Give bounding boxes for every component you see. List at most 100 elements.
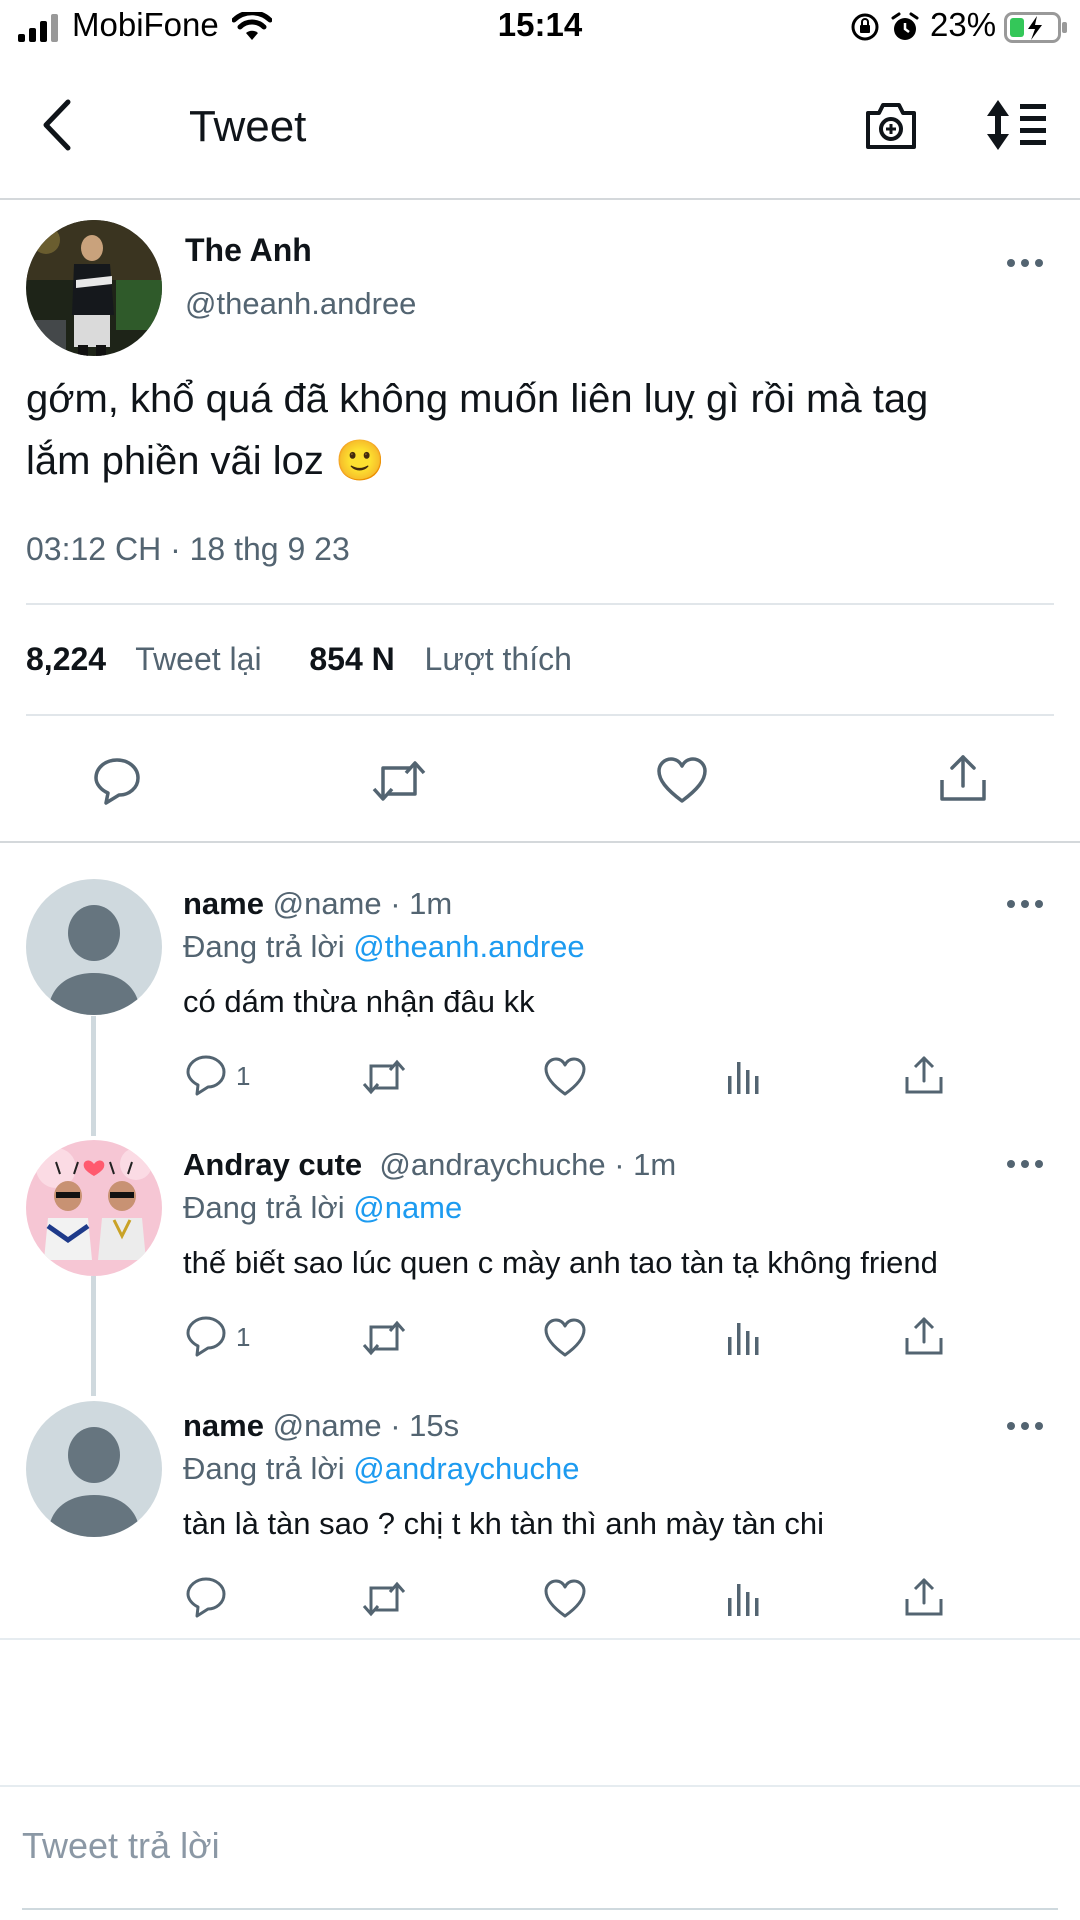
reply-button[interactable] [185,1576,227,1618]
like-button[interactable] [543,1578,587,1620]
reply-icon [94,758,140,805]
composer-divider [0,1785,1080,1787]
share-button[interactable] [938,752,988,804]
avatar[interactable] [26,879,162,1015]
more-options-icon [1007,1422,1043,1430]
sort-icon [987,100,1046,150]
alarm-icon [891,12,919,40]
thread-end-divider [0,1638,1080,1640]
reply-text: thế biết sao lúc quen c mày anh tao tàn … [183,1245,938,1280]
share-button[interactable] [904,1315,944,1357]
tweet-timestamp: 03:12 CH · 18 thg 9 23 [26,531,350,567]
analytics-icon [728,1062,759,1094]
avatar[interactable] [26,1401,162,1537]
camera-add-icon [866,103,916,149]
reply-more-button[interactable] [1006,899,1044,909]
reply-button[interactable] [185,1054,227,1096]
retweet-button[interactable] [360,1578,408,1620]
author-handle[interactable]: @theanh.andree [185,286,416,322]
avatar[interactable] [26,1140,162,1276]
share-icon [905,1317,943,1355]
share-icon [905,1578,943,1616]
like-label[interactable]: Lượt thích [425,641,572,677]
reply-text: có dám thừa nhận đâu kk [183,984,535,1019]
retweet-count[interactable]: 8,224 [26,641,106,677]
camera-button[interactable] [862,96,920,154]
retweet-label[interactable]: Tweet lại [135,641,261,677]
like-count[interactable]: 854 N [309,641,394,677]
top-navigation-bar: Tweet [0,56,1080,200]
heart-icon [544,1579,586,1618]
section-divider [0,841,1080,843]
author-avatar-image [26,220,162,356]
reply-author[interactable]: name @name · 1m [183,886,452,922]
share-icon [940,755,986,801]
replying-to: Đang trả lời @name [183,1190,463,1225]
more-options-icon [1007,900,1043,908]
analytics-button[interactable] [726,1317,762,1357]
author-avatar[interactable] [26,220,162,356]
battery-icon [1004,12,1067,43]
heart-icon [544,1057,586,1096]
sort-replies-button[interactable] [984,96,1050,154]
retweet-button[interactable] [360,1317,408,1359]
share-icon [905,1056,943,1094]
divider [26,603,1054,605]
page-title: Tweet [189,102,307,151]
reply-composer-input[interactable]: Tweet trả lời [22,1825,220,1867]
reply-more-button[interactable] [1006,1159,1044,1169]
like-button[interactable] [543,1056,587,1098]
reply-text: tàn là tàn sao ? chị t kh tàn thì anh mà… [183,1506,825,1541]
more-options-icon [1007,1160,1043,1168]
mention-link[interactable]: @andraychuche [353,1451,579,1486]
analytics-button[interactable] [726,1056,762,1096]
andray-avatar-image [26,1140,162,1276]
replying-to: Đang trả lời @andraychuche [183,1451,580,1486]
reply-more-button[interactable] [1006,1421,1044,1431]
mention-link[interactable]: @name [353,1190,462,1225]
rotation-lock-icon [851,13,879,41]
replying-to: Đang trả lời @theanh.andree [183,929,585,964]
share-button[interactable] [904,1054,944,1096]
divider [26,714,1054,716]
tweet-text-line-1: gớm, khổ quá đã không muốn liên luỵ gì r… [26,377,929,421]
tweet-text-line-2: lắm phiền vãi loz 🙂 [26,439,385,483]
battery-percent: 23% [930,6,997,43]
reply-count: 1 [236,1322,251,1352]
tweet-text: gớm, khổ quá đã không muốn liên luỵ gì r… [26,368,1026,492]
reply-icon [186,1055,226,1096]
composer-underline [22,1908,1058,1910]
author-display-name[interactable]: The Anh [185,232,312,269]
thread-line [91,1276,96,1396]
like-button[interactable] [656,756,708,806]
tweet-more-button[interactable] [1006,258,1044,268]
status-bar: MobiFone 15:14 23% [0,0,1080,56]
reply-icon [186,1577,226,1618]
heart-icon [544,1318,586,1357]
heart-icon [657,757,707,803]
back-arrow-icon [43,99,71,151]
reply-button[interactable] [185,1315,227,1357]
default-avatar-icon [48,905,140,1015]
reply-author[interactable]: name @name · 15s [183,1408,459,1444]
share-button[interactable] [904,1576,944,1618]
reply-icon [186,1316,226,1357]
thread-line [91,1016,96,1136]
analytics-button[interactable] [726,1578,762,1618]
retweet-button[interactable] [360,1056,408,1098]
back-button[interactable] [34,96,84,154]
reply-author[interactable]: Andray cute @andraychuche · 1m [183,1147,676,1183]
retweet-icon [362,1059,406,1095]
default-avatar-icon [48,1427,140,1537]
retweet-icon [362,1320,406,1356]
retweet-icon [362,1581,406,1617]
mention-link[interactable]: @theanh.andree [353,929,584,964]
analytics-icon [728,1584,759,1616]
analytics-icon [728,1323,759,1355]
tweet-stats: 8,224 Tweet lại 854 N Lượt thích [26,641,572,678]
more-options-icon [1007,259,1043,267]
retweet-button[interactable] [370,756,428,806]
reply-button[interactable] [92,756,142,806]
reply-count: 1 [236,1061,251,1091]
like-button[interactable] [543,1317,587,1359]
